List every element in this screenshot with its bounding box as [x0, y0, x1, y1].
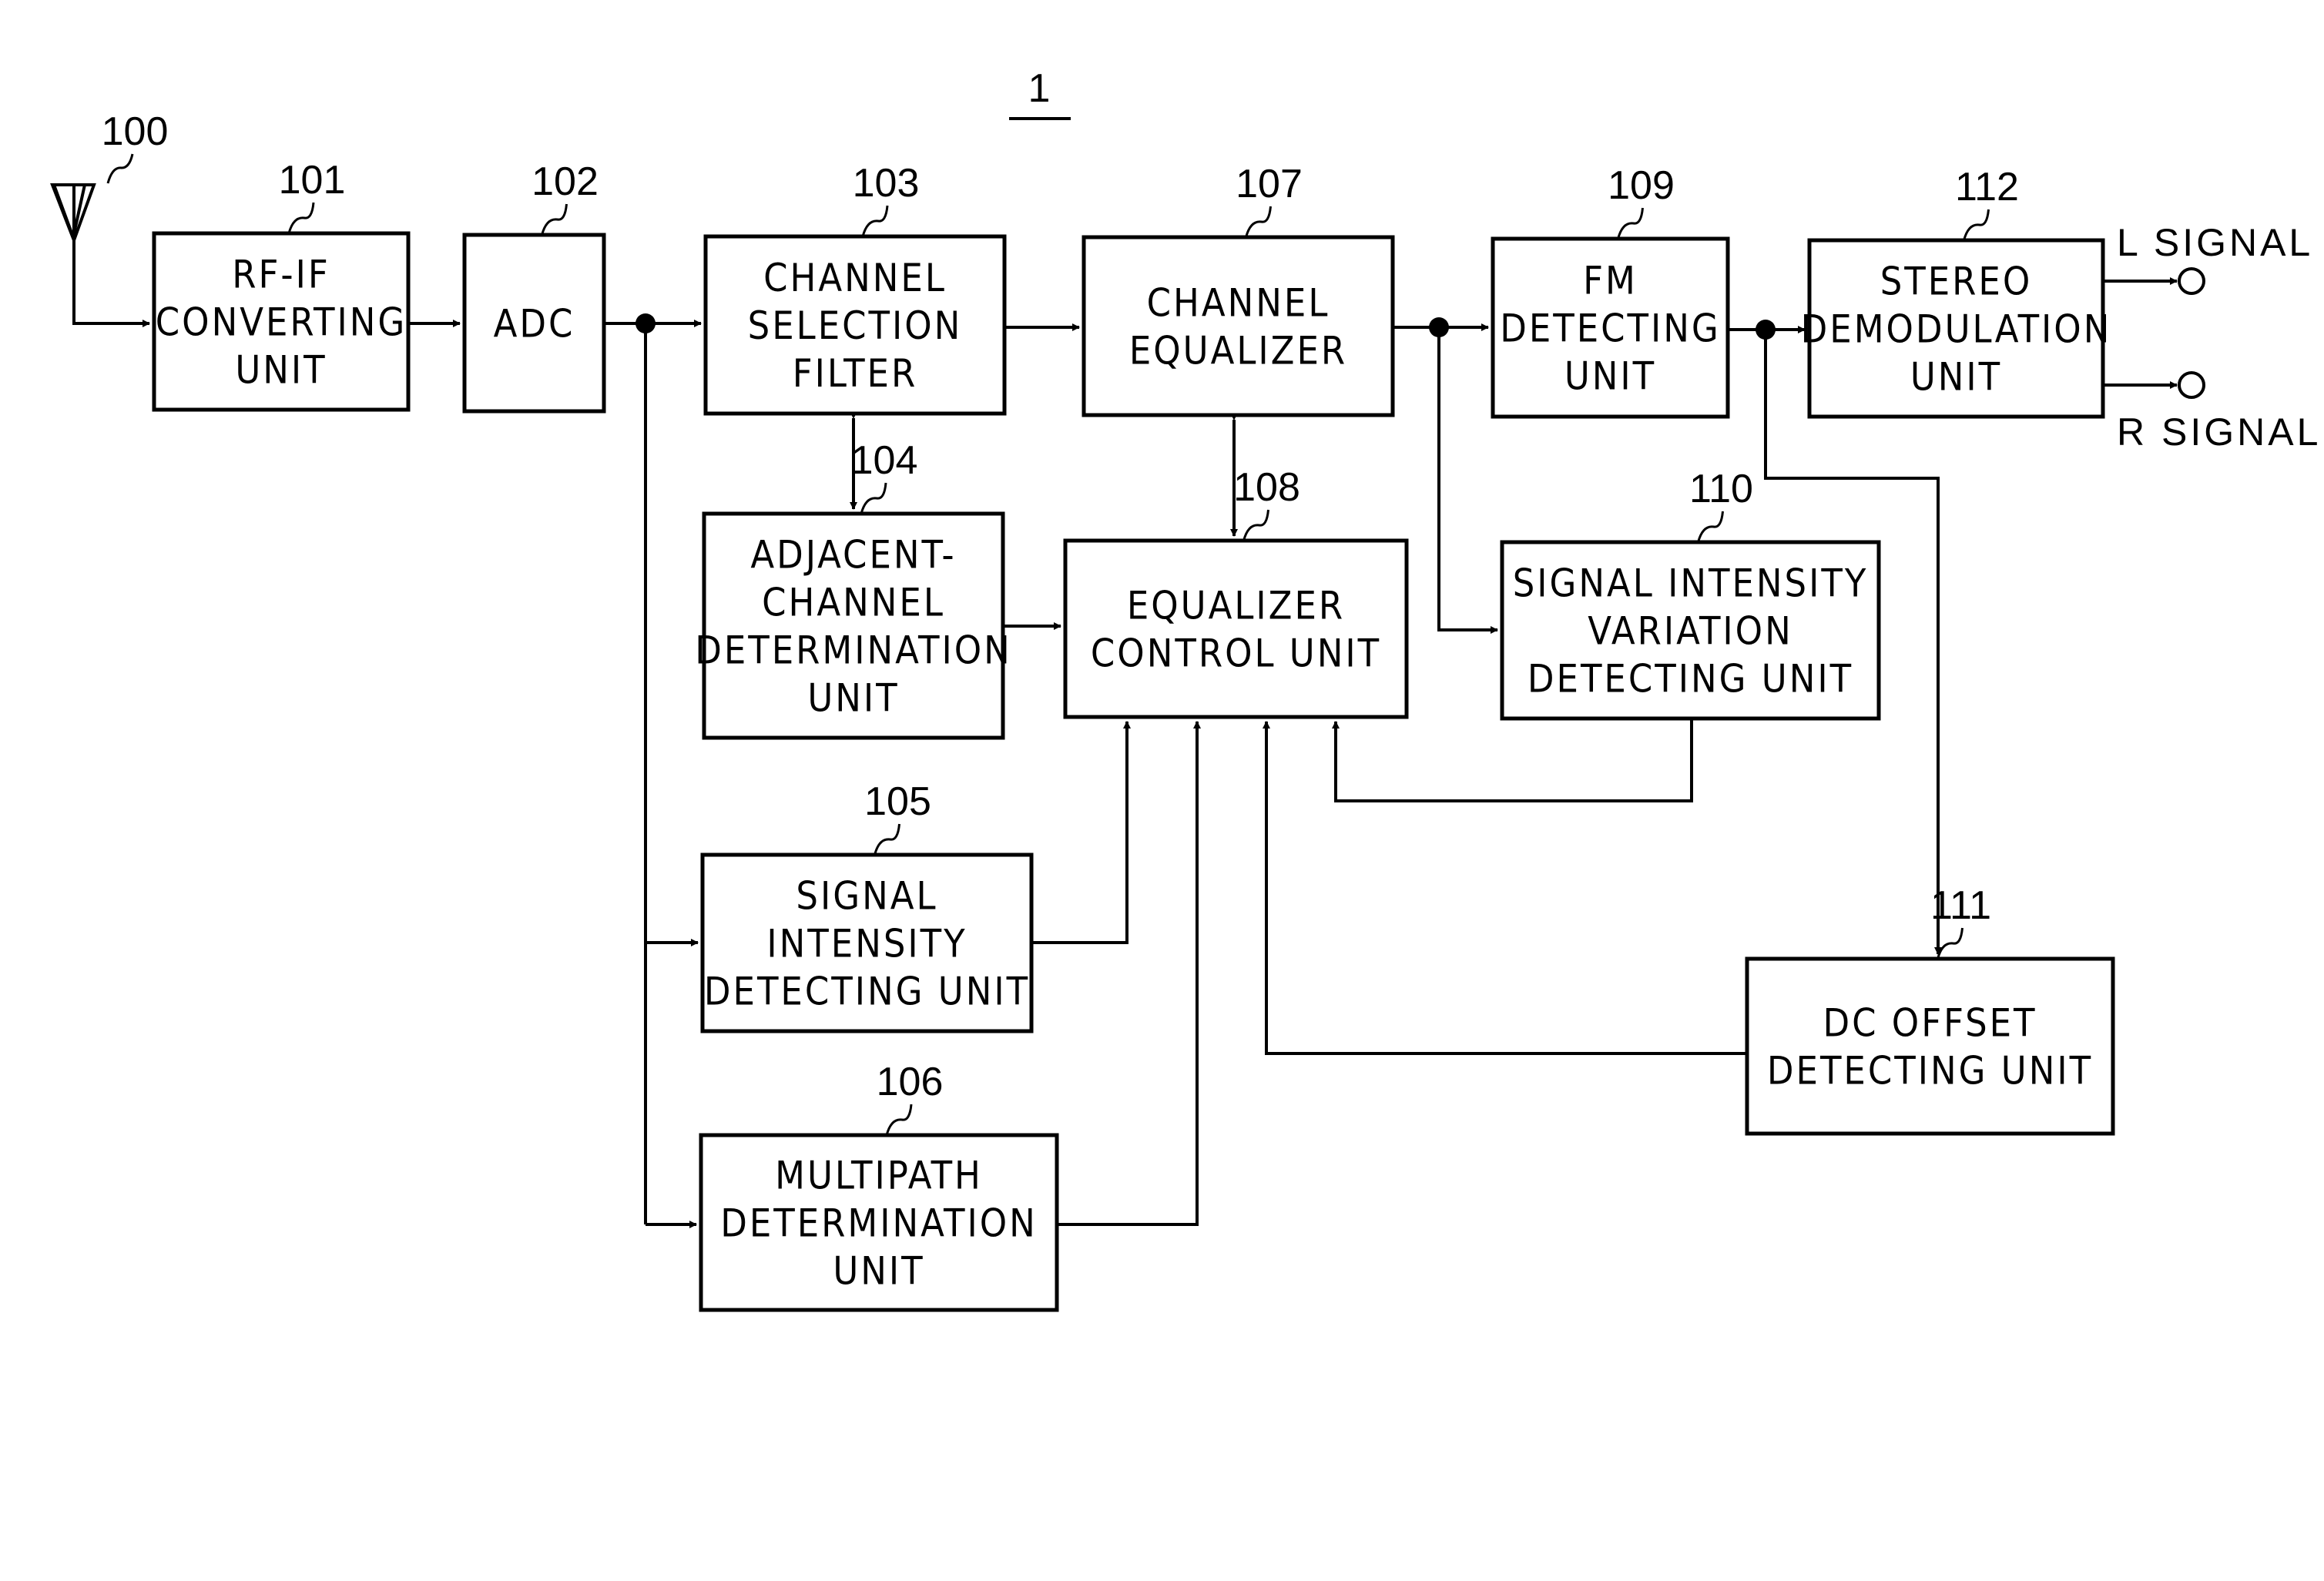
block-frame: [1745, 956, 2115, 1136]
wire-antenna-to-rfif: [72, 240, 150, 327]
r-signal-terminal-icon: [2178, 371, 2205, 399]
block-ref-number: 110: [1689, 467, 1753, 511]
block-ref-leader: [1245, 206, 1272, 238]
block-label-line: CHANNEL: [1147, 281, 1330, 326]
block-sigvar: SIGNAL INTENSITYVARIATIONDETECTING UNIT 1…: [1500, 467, 1881, 721]
block-label-line: CHANNEL: [763, 256, 947, 300]
block-label-line: CONVERTING: [156, 300, 407, 345]
block-frame: [1063, 538, 1409, 719]
block-ref-number: 111: [1930, 883, 1991, 928]
block-ref-leader: [861, 205, 889, 237]
antenna-leader: [106, 153, 134, 184]
block-ref-number: 103: [853, 161, 920, 206]
block-ref-number: 105: [864, 779, 931, 824]
block-ref-number: 112: [1955, 165, 2019, 209]
block-label-line: CONTROL UNIT: [1091, 631, 1381, 676]
block-multipath: MULTIPATHDETERMINATIONUNIT 106: [699, 1060, 1059, 1312]
block-cheq: CHANNELEQUALIZER 107: [1082, 162, 1395, 417]
block-label-line: UNIT: [235, 348, 327, 393]
block-label-line: UNIT: [1564, 354, 1656, 399]
block-ref-leader: [1242, 509, 1269, 541]
block-stereo: STEREODEMODULATIONUNIT 112: [1801, 165, 2112, 419]
block-label-line: DETECTING: [1500, 306, 1721, 351]
block-label-line: EQUALIZER: [1127, 584, 1345, 628]
block-rfif: RF-IFCONVERTINGUNIT 101: [152, 158, 411, 412]
block-label-line: SELECTION: [748, 303, 963, 348]
block-chsel: CHANNELSELECTIONFILTER 103: [703, 161, 1007, 416]
block-label-line: ADC: [494, 302, 575, 347]
block-eqctl: EQUALIZERCONTROL UNIT 108: [1063, 465, 1409, 719]
block-ref-leader: [885, 1104, 913, 1136]
block-fmdet: FMDETECTINGUNIT 109: [1491, 163, 1730, 419]
block-label-line: SIGNAL INTENSITY: [1513, 561, 1869, 606]
block-label-line: RF-IF: [232, 253, 330, 297]
block-label-line: UNIT: [833, 1249, 924, 1294]
block-ref-leader: [860, 482, 887, 514]
figure-reference: 1: [1009, 66, 1071, 120]
block-ref-number: 101: [279, 158, 346, 203]
wire-sigvar-to-eqctl: [1332, 718, 1693, 802]
block-label-line: SIGNAL: [796, 874, 937, 919]
block-ref-number: 102: [532, 159, 599, 204]
antenna-icon: 100: [50, 109, 169, 245]
block-adc: ADC 102: [462, 159, 606, 414]
block-label-line: DETECTING UNIT: [1528, 657, 1853, 702]
figure-number: 1: [1028, 66, 1051, 111]
block-label-line: FM: [1583, 259, 1638, 303]
block-sigint: SIGNALINTENSITYDETECTING UNIT 105: [700, 779, 1034, 1033]
block-ref-leader: [874, 823, 900, 856]
wire-sigint-to-eqctl: [1031, 721, 1131, 944]
block-label-line: DEMODULATION: [1801, 307, 2112, 352]
block-ref-leader: [1937, 927, 1963, 960]
block-ref-leader: [1963, 209, 1990, 241]
block-ref-number: 107: [1236, 162, 1303, 206]
wire-cheq-to-sigvar: [1437, 327, 1498, 634]
block-diagram: marker path { } 1 100 L SIGNAL R SIGNAL …: [50, 66, 2321, 1312]
block-ref-number: 109: [1608, 163, 1675, 208]
block-ref-number: 108: [1233, 465, 1300, 510]
antenna-ref: 100: [102, 109, 169, 154]
block-label-line: VARIATION: [1588, 609, 1792, 654]
block-label-line: UNIT: [1910, 355, 2002, 400]
block-frame: [1082, 235, 1395, 417]
block-label-line: ADJACENT-: [750, 533, 956, 578]
block-ref-leader: [287, 202, 315, 234]
l-signal-terminal-icon: [2178, 267, 2205, 295]
blocks: RF-IFCONVERTINGUNIT101ADC102CHANNELSELEC…: [152, 158, 2115, 1312]
block-label-line: UNIT: [807, 676, 899, 721]
block-label-line: DETERMINATION: [720, 1201, 1038, 1246]
block-ref-leader: [541, 203, 568, 236]
block-dcoff: DC OFFSETDETECTING UNIT 111: [1745, 883, 2115, 1136]
block-label-line: CHANNEL: [762, 581, 945, 625]
block-label-line: DETERMINATION: [695, 628, 1012, 673]
block-ref-leader: [1697, 511, 1724, 543]
block-label-line: MULTIPATH: [775, 1154, 983, 1198]
block-label-line: FILTER: [793, 351, 917, 396]
block-label-line: DETECTING UNIT: [1767, 1049, 2093, 1094]
block-ref-leader: [1617, 207, 1644, 239]
wire-dcoff-to-eqctl: [1263, 721, 1747, 1055]
block-ref-number: 106: [877, 1060, 944, 1104]
block-label-line: DC OFFSET: [1823, 1001, 2037, 1046]
block-label-line: EQUALIZER: [1129, 329, 1347, 373]
block-label-line: DETECTING UNIT: [704, 970, 1030, 1014]
r-signal-label: R SIGNAL: [2117, 410, 2321, 454]
l-signal-label: L SIGNAL: [2117, 221, 2313, 264]
block-label-line: INTENSITY: [766, 922, 967, 966]
block-ref-number: 104: [851, 438, 918, 483]
block-label-line: STEREO: [1880, 260, 2033, 304]
